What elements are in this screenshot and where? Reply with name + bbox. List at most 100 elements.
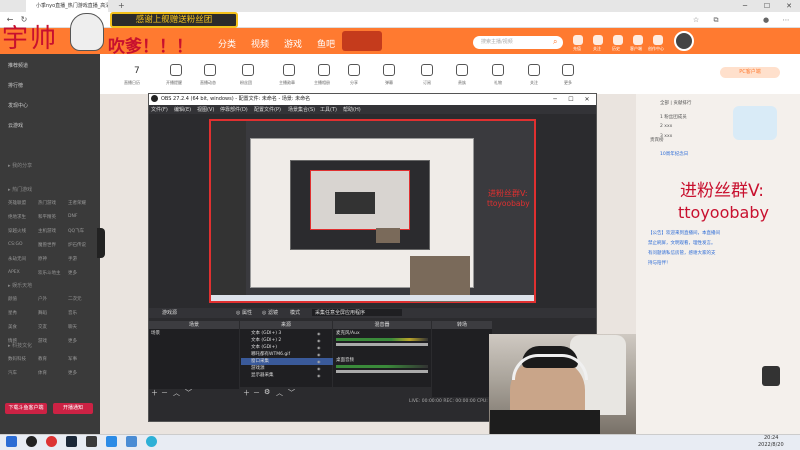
vip-list[interactable]: 贵宾榜 bbox=[650, 137, 664, 143]
history-icon[interactable] bbox=[613, 35, 623, 45]
clock-time[interactable]: 20:24 bbox=[764, 435, 778, 441]
sidebar-grid-item[interactable]: 音乐 bbox=[68, 310, 77, 316]
album-icon[interactable] bbox=[318, 64, 330, 76]
app-icon[interactable] bbox=[86, 436, 97, 447]
obs-close-button[interactable]: ✕ bbox=[580, 94, 594, 105]
obs-menu-profile[interactable]: 配置文件(P) bbox=[254, 106, 281, 113]
close-button[interactable]: ✕ bbox=[779, 0, 799, 12]
sidebar-grid-item[interactable]: 户外 bbox=[38, 296, 47, 302]
app-icon[interactable] bbox=[106, 436, 117, 447]
obs-menu-edit[interactable]: 编辑(E) bbox=[174, 106, 191, 113]
sidebar-grid-item[interactable]: 主机游戏 bbox=[38, 228, 56, 234]
sidebar-grid-item[interactable]: 绝地求生 bbox=[8, 214, 26, 220]
obs-menu-scenes[interactable]: 场景集合(S) bbox=[288, 106, 315, 113]
sidebar-grid-item[interactable]: 魔兽世界 bbox=[38, 242, 56, 248]
more-icon[interactable] bbox=[562, 64, 574, 76]
sidebar-grid-item[interactable]: 二次元 bbox=[68, 296, 82, 302]
sidebar-grid-item[interactable]: 聊天 bbox=[68, 324, 77, 330]
new-tab-button[interactable]: + bbox=[118, 0, 125, 12]
visibility-eye-icon[interactable]: ◉ bbox=[317, 366, 321, 371]
edge-icon[interactable] bbox=[146, 436, 157, 447]
sidebar-item[interactable]: 推荐频道 bbox=[8, 62, 28, 69]
app-icon[interactable] bbox=[126, 436, 137, 447]
visibility-eye-icon[interactable]: ◉ bbox=[317, 338, 321, 343]
sidebar-section[interactable]: ▸ 娱乐天地 bbox=[8, 282, 32, 289]
scene-item[interactable]: 场景 bbox=[151, 330, 160, 336]
visibility-eye-icon[interactable]: ◉ bbox=[317, 345, 321, 350]
sidebar-item[interactable]: 发现中心 bbox=[8, 102, 28, 109]
profile-icon[interactable]: ● bbox=[760, 14, 772, 26]
noble-icon[interactable] bbox=[456, 64, 468, 76]
obs-menu-docks[interactable]: 停靠部件(D) bbox=[220, 106, 248, 113]
search-input[interactable]: 搜索主播/视频 bbox=[473, 36, 563, 49]
sidebar-grid-item[interactable]: 原神 bbox=[38, 256, 47, 262]
source-settings-button[interactable]: ⚙ bbox=[264, 388, 270, 396]
visibility-eye-icon[interactable]: ◉ bbox=[317, 359, 321, 364]
sidebar-grid-item[interactable]: 炉石传说 bbox=[68, 242, 86, 248]
sidebar-grid-item[interactable]: 更多 bbox=[68, 338, 77, 344]
properties-button[interactable]: ◎ 属性 bbox=[236, 309, 252, 316]
nav-category[interactable]: 分类 bbox=[218, 37, 236, 50]
sidebar-grid-item[interactable]: 颜值 bbox=[8, 296, 17, 302]
sidebar-collapse-handle[interactable] bbox=[97, 228, 105, 258]
dynamic-icon[interactable] bbox=[204, 64, 216, 76]
medal-icon[interactable] bbox=[283, 64, 295, 76]
sidebar-grid-item[interactable]: 欢乐斗地主 bbox=[38, 270, 61, 276]
nav-game[interactable]: 游戏 bbox=[284, 37, 302, 50]
sidebar-grid-item[interactable]: 手游 bbox=[68, 256, 77, 262]
sidebar-grid-item[interactable]: CS:GO bbox=[8, 242, 23, 247]
danmaku-icon[interactable] bbox=[383, 64, 395, 76]
event-banner[interactable] bbox=[342, 31, 382, 51]
sidebar-grid-item[interactable]: QQ飞车 bbox=[68, 228, 84, 234]
sidebar-grid-item[interactable]: 英雄联盟 bbox=[8, 200, 26, 206]
follow-icon[interactable] bbox=[593, 35, 603, 45]
avatar[interactable] bbox=[674, 31, 694, 51]
visibility-eye-icon[interactable]: ◉ bbox=[317, 373, 321, 378]
sidebar-grid-item[interactable]: 交友 bbox=[38, 324, 47, 330]
mixer-volume-slider[interactable] bbox=[336, 370, 428, 373]
more-icon[interactable]: ⋯ bbox=[780, 14, 792, 26]
rank-tabs[interactable]: 全部 | 贡献排行 bbox=[660, 100, 691, 106]
nav-video[interactable]: 视频 bbox=[251, 37, 269, 50]
sidebar-grid-item[interactable]: 更多 bbox=[68, 370, 77, 376]
sidebar-grid-item[interactable]: DNF bbox=[68, 214, 77, 219]
visibility-eye-icon[interactable]: ◉ bbox=[317, 352, 321, 357]
sidebar-grid-item[interactable]: APEX bbox=[8, 270, 20, 275]
sidebar-grid-item[interactable]: 更多 bbox=[68, 270, 77, 276]
sidebar-grid-item[interactable]: 汽车 bbox=[8, 370, 17, 376]
mode-select[interactable]: 采集任意全屏应用程序 bbox=[312, 309, 402, 316]
client-icon[interactable] bbox=[633, 35, 643, 45]
search-icon[interactable]: ⌕ bbox=[553, 37, 557, 47]
sidebar-grid-item[interactable]: 永劫无间 bbox=[8, 256, 26, 262]
obs-maximize-button[interactable]: ☐ bbox=[564, 94, 578, 105]
notify-button[interactable]: 开播通知 bbox=[53, 403, 93, 414]
sidebar-item[interactable]: 排行榜 bbox=[8, 82, 23, 89]
filters-button[interactable]: ◎ 滤镜 bbox=[262, 309, 278, 316]
maximize-button[interactable]: ☐ bbox=[757, 0, 777, 12]
sidebar-grid-item[interactable]: 美食 bbox=[8, 324, 17, 330]
sidebar-grid-item[interactable]: 舞蹈 bbox=[38, 310, 47, 316]
reminder-icon[interactable] bbox=[170, 64, 182, 76]
creator-icon[interactable] bbox=[653, 35, 663, 45]
app-icon[interactable] bbox=[46, 436, 57, 447]
follow-star-icon[interactable] bbox=[528, 64, 540, 76]
sidebar-grid-item[interactable]: 体育 bbox=[38, 370, 47, 376]
nav-yuba[interactable]: 鱼吧 bbox=[317, 37, 335, 50]
visibility-eye-icon[interactable]: ◉ bbox=[317, 331, 321, 336]
sidebar-item[interactable]: 云游戏 bbox=[8, 122, 23, 129]
sidebar-grid-item[interactable]: 军事 bbox=[68, 356, 77, 362]
favorites-icon[interactable]: ☆ bbox=[690, 14, 702, 26]
share-icon[interactable] bbox=[348, 64, 360, 76]
gift-icon[interactable] bbox=[492, 64, 504, 76]
sidebar-grid-item[interactable]: 王者荣耀 bbox=[68, 200, 86, 206]
sidebar-grid-item[interactable]: 数码科技 bbox=[8, 356, 26, 362]
obs-menu-view[interactable]: 视图(V) bbox=[197, 106, 214, 113]
sidebar-grid-item[interactable]: 和平精英 bbox=[38, 214, 56, 220]
mixer-volume-slider[interactable] bbox=[336, 343, 428, 346]
sidebar-grid-item[interactable]: 穿越火线 bbox=[8, 228, 26, 234]
start-icon[interactable] bbox=[6, 436, 17, 447]
sidebar-grid-item[interactable]: 星秀 bbox=[8, 310, 17, 316]
minimize-button[interactable]: ─ bbox=[735, 0, 755, 12]
obs-menu-file[interactable]: 文件(F) bbox=[151, 106, 168, 113]
clock-date[interactable]: 2022/8/20 bbox=[758, 442, 784, 448]
